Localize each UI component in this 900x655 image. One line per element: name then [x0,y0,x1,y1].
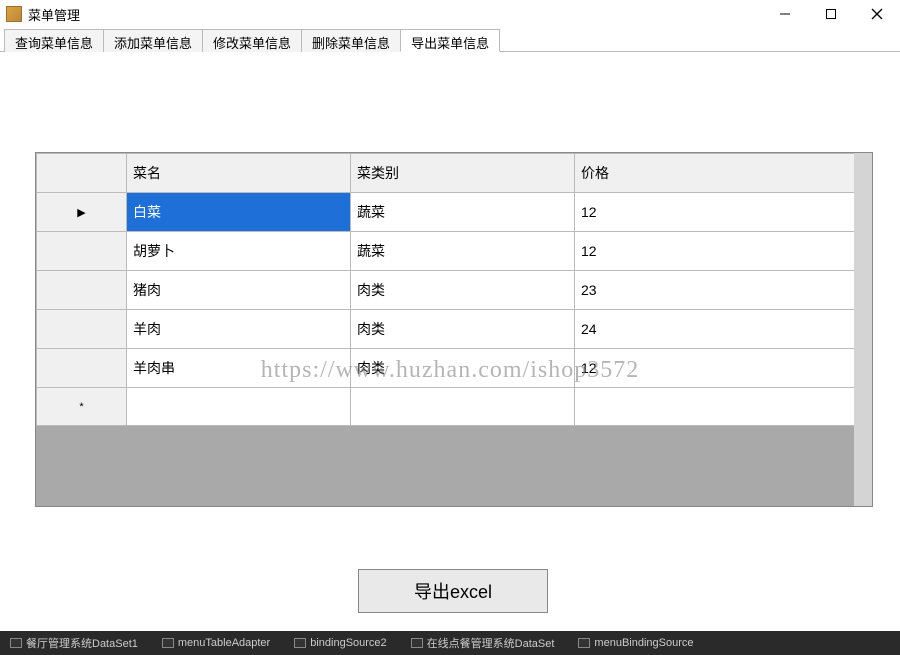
close-button[interactable] [854,0,900,28]
rowheader-corner[interactable] [37,154,127,193]
table-row[interactable]: 胡萝卜蔬菜12 [37,232,872,271]
component-icon [411,638,423,648]
tab-query[interactable]: 查询菜单信息 [4,29,104,52]
new-row[interactable]: * [37,388,872,426]
content-panel: 菜名 菜类别 价格 ▶白菜蔬菜12胡萝卜蔬菜12猪肉肉类23羊肉肉类24羊肉串肉… [0,52,900,631]
table-row[interactable]: ▶白菜蔬菜12 [37,193,872,232]
tab-delete[interactable]: 删除菜单信息 [301,29,401,52]
tray-item[interactable]: menuTableAdapter [162,637,270,649]
tray-item[interactable]: menuBindingSource [578,637,693,649]
table-row[interactable]: 羊肉串肉类12 [37,349,872,388]
row-header[interactable] [37,271,127,310]
tab-edit[interactable]: 修改菜单信息 [202,29,302,52]
col-header-name[interactable]: 菜名 [127,154,351,193]
tab-export[interactable]: 导出菜单信息 [400,29,500,52]
cell-empty[interactable] [351,388,575,426]
row-header[interactable]: ▶ [37,193,127,232]
cell-price[interactable]: 24 [575,310,872,349]
row-header[interactable] [37,310,127,349]
designer-tray: 餐厅管理系统DataSet1 menuTableAdapter bindingS… [0,631,900,655]
tab-add[interactable]: 添加菜单信息 [103,29,203,52]
row-header[interactable] [37,232,127,271]
cell-type[interactable]: 肉类 [351,310,575,349]
cell-name[interactable]: 羊肉串 [127,349,351,388]
cell-empty[interactable] [575,388,872,426]
header-row: 菜名 菜类别 价格 [37,154,872,193]
table-row[interactable]: 猪肉肉类23 [37,271,872,310]
component-icon [10,638,22,648]
table-row[interactable]: 羊肉肉类24 [37,310,872,349]
row-header-new[interactable]: * [37,388,127,426]
cell-type[interactable]: 肉类 [351,349,575,388]
titlebar: 菜单管理 [0,0,900,28]
minimize-button[interactable] [762,0,808,28]
titlebar-left: 菜单管理 [6,5,80,24]
tab-bar: 查询菜单信息 添加菜单信息 修改菜单信息 删除菜单信息 导出菜单信息 [0,28,900,52]
col-header-type[interactable]: 菜类别 [351,154,575,193]
cell-name[interactable]: 猪肉 [127,271,351,310]
cell-name[interactable]: 胡萝卜 [127,232,351,271]
datagrid[interactable]: 菜名 菜类别 价格 ▶白菜蔬菜12胡萝卜蔬菜12猪肉肉类23羊肉肉类24羊肉串肉… [35,152,873,507]
component-icon [578,638,590,648]
cell-name[interactable]: 白菜 [127,193,351,232]
cell-price[interactable]: 23 [575,271,872,310]
cell-type[interactable]: 肉类 [351,271,575,310]
export-excel-button[interactable]: 导出excel [358,569,548,613]
tray-item[interactable]: bindingSource2 [294,637,386,649]
cell-name[interactable]: 羊肉 [127,310,351,349]
col-header-price[interactable]: 价格 [575,154,872,193]
maximize-button[interactable] [808,0,854,28]
cell-type[interactable]: 蔬菜 [351,232,575,271]
window-controls [762,0,900,28]
cell-price[interactable]: 12 [575,349,872,388]
cell-type[interactable]: 蔬菜 [351,193,575,232]
component-icon [294,638,306,648]
tray-item[interactable]: 餐厅管理系统DataSet1 [10,635,138,651]
component-icon [162,638,174,648]
cell-price[interactable]: 12 [575,193,872,232]
row-header[interactable] [37,349,127,388]
cell-price[interactable]: 12 [575,232,872,271]
app-icon [6,6,22,22]
cell-empty[interactable] [127,388,351,426]
tray-item[interactable]: 在线点餐管理系统DataSet [411,635,555,651]
vertical-scrollbar[interactable] [854,153,872,506]
window-title: 菜单管理 [28,5,80,24]
